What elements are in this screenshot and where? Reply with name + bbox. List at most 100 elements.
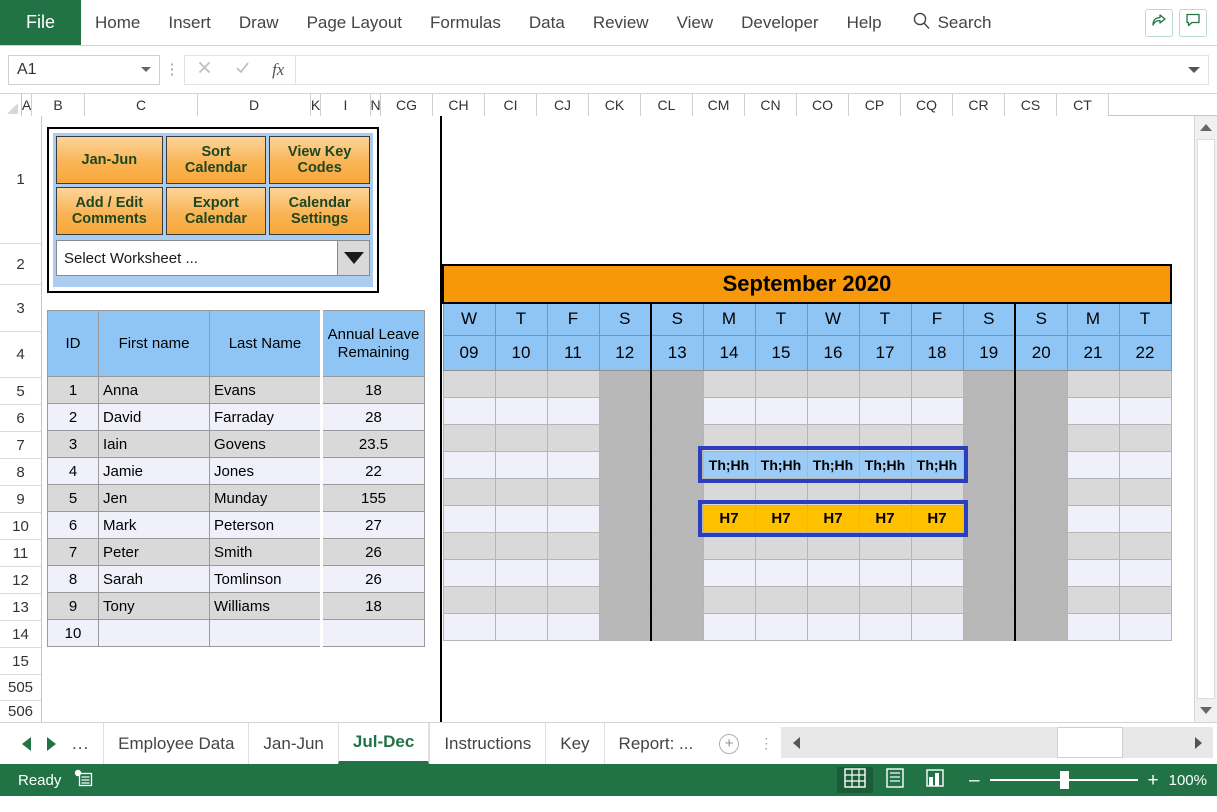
calendar-cell[interactable] [1118, 531, 1172, 560]
calendar-cell[interactable] [858, 585, 912, 614]
calendar-cell[interactable] [1118, 477, 1172, 506]
calendar-cell[interactable] [1118, 423, 1172, 452]
cell-annual-leave[interactable]: 26 [320, 538, 425, 566]
calendar-weekend-cell[interactable] [650, 585, 704, 614]
calendar-weekend-cell[interactable] [1014, 396, 1068, 425]
calendar-cell[interactable] [546, 585, 600, 614]
row-header-9[interactable]: 9 [0, 486, 41, 513]
calendar-cell[interactable] [910, 558, 964, 587]
calendar-weekend-cell[interactable] [650, 423, 704, 452]
cell-annual-leave[interactable]: 23.5 [320, 430, 425, 458]
calendar-weekend-cell[interactable] [598, 504, 652, 533]
calendar-weekend-cell[interactable] [1014, 450, 1068, 479]
tab-split-handle[interactable]: ⋮ [751, 723, 781, 764]
calendar-weekend-cell[interactable] [1014, 369, 1068, 398]
calendar-cell[interactable] [442, 477, 496, 506]
scroll-down-button[interactable] [1195, 699, 1217, 722]
calendar-cell[interactable] [1066, 450, 1120, 479]
calendar-weekend-cell[interactable] [650, 531, 704, 560]
cell-last-name[interactable]: Munday [209, 484, 322, 512]
select-all-button[interactable] [0, 94, 22, 116]
row-header-6[interactable]: 6 [0, 405, 41, 432]
calendar-cell[interactable] [1118, 558, 1172, 587]
calendar-weekend-cell[interactable] [650, 504, 704, 533]
column-header-a[interactable]: A [22, 94, 32, 116]
calendar-weekend-cell[interactable] [962, 531, 1016, 560]
table-row[interactable]: 10 [47, 619, 425, 647]
calendar-weekend-cell[interactable] [962, 396, 1016, 425]
calendar-entry-cell[interactable]: Th;Hh [806, 450, 860, 479]
tab-draw[interactable]: Draw [225, 0, 293, 45]
column-header-k[interactable]: K [311, 94, 321, 116]
column-header-cj[interactable]: CJ [537, 94, 589, 116]
cell-first-name[interactable]: Tony [98, 592, 210, 620]
column-header-cq[interactable]: CQ [901, 94, 953, 116]
row-header-14[interactable]: 14 [0, 621, 41, 648]
calendar-entry-cell[interactable]: H7 [910, 504, 964, 533]
calendar-weekend-cell[interactable] [962, 585, 1016, 614]
calendar-cell[interactable] [546, 423, 600, 452]
tab-view[interactable]: View [663, 0, 728, 45]
cell-last-name[interactable]: Farraday [209, 403, 322, 431]
column-header-ct[interactable]: CT [1057, 94, 1109, 116]
close-icon[interactable] [196, 59, 213, 81]
calendar-cell[interactable] [806, 558, 860, 587]
sheet-tab-jul-dec[interactable]: Jul-Dec [337, 723, 430, 764]
tab-formulas[interactable]: Formulas [416, 0, 515, 45]
cell-id[interactable]: 7 [47, 538, 99, 566]
arrow-left-icon[interactable] [22, 736, 31, 751]
calendar-weekend-cell[interactable] [650, 450, 704, 479]
sheet-tab-report[interactable]: Report: ... [603, 723, 708, 764]
calendar-cell[interactable] [442, 369, 496, 398]
page-break-view-button[interactable] [917, 767, 953, 793]
tab-home[interactable]: Home [81, 0, 154, 45]
calendar-cell[interactable] [754, 585, 808, 614]
column-header-cg[interactable]: CG [381, 94, 433, 116]
column-header-d[interactable]: D [198, 94, 311, 116]
tab-page-layout[interactable]: Page Layout [293, 0, 416, 45]
calendar-weekend-cell[interactable] [598, 612, 652, 641]
calendar-cell[interactable] [910, 396, 964, 425]
calendar-cell[interactable] [702, 396, 756, 425]
calendar-cell[interactable] [1118, 585, 1172, 614]
column-header-cn[interactable]: CN [745, 94, 797, 116]
column-header-ci[interactable]: CI [485, 94, 537, 116]
calendar-cell[interactable] [754, 369, 808, 398]
calendar-weekend-cell[interactable] [598, 369, 652, 398]
calendar-cell[interactable] [546, 396, 600, 425]
calendar-cell[interactable] [494, 396, 548, 425]
column-header-ch[interactable]: CH [433, 94, 485, 116]
calendar-weekend-cell[interactable] [598, 531, 652, 560]
row-header-8[interactable]: 8 [0, 459, 41, 486]
calendar-cell[interactable] [442, 423, 496, 452]
cell-annual-leave[interactable]: 27 [320, 511, 425, 539]
calendar-entry-cell[interactable]: H7 [806, 504, 860, 533]
sheet-canvas[interactable]: Jan-Jun Sort Calendar View Key Codes Add… [42, 116, 1194, 722]
calendar-weekend-cell[interactable] [1014, 612, 1068, 641]
calendar-weekend-cell[interactable] [962, 477, 1016, 506]
calendar-cell[interactable] [1066, 504, 1120, 533]
calendar-cell[interactable] [442, 396, 496, 425]
calendar-cell[interactable] [546, 477, 600, 506]
calendar-cell[interactable] [494, 558, 548, 587]
cell-first-name[interactable]: Jen [98, 484, 210, 512]
scroll-up-button[interactable] [1195, 116, 1217, 139]
calendar-cell[interactable] [1066, 531, 1120, 560]
row-header-11[interactable]: 11 [0, 540, 41, 567]
calendar-cell[interactable] [858, 369, 912, 398]
zoom-out-button[interactable]: – [969, 771, 980, 790]
calendar-cell[interactable] [494, 450, 548, 479]
calendar-cell[interactable] [1066, 612, 1120, 641]
calendar-weekend-cell[interactable] [598, 558, 652, 587]
column-header-cp[interactable]: CP [849, 94, 901, 116]
table-row[interactable]: 6 Mark Peterson 27 [47, 511, 425, 539]
calendar-cell[interactable] [702, 585, 756, 614]
calendar-cell[interactable] [442, 450, 496, 479]
view-key-codes-button[interactable]: View Key Codes [269, 136, 370, 184]
calendar-cell[interactable] [910, 423, 964, 452]
tab-review[interactable]: Review [579, 0, 663, 45]
column-header-cm[interactable]: CM [693, 94, 745, 116]
calendar-cell[interactable] [806, 369, 860, 398]
table-row[interactable]: 8 Sarah Tomlinson 26 [47, 565, 425, 593]
calendar-weekend-cell[interactable] [650, 369, 704, 398]
